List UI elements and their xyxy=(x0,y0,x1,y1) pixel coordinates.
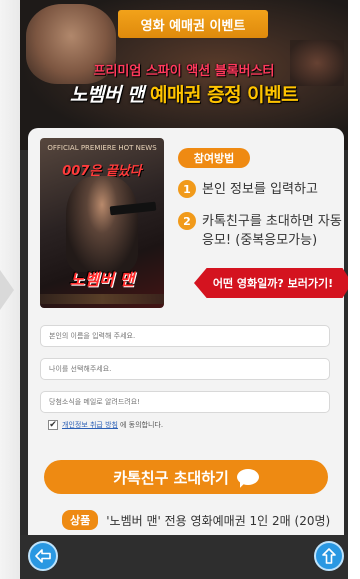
email-input[interactable] xyxy=(40,391,330,413)
step-number: 2 xyxy=(178,212,196,230)
up-arrow-icon xyxy=(322,548,336,564)
privacy-agreement: ✔ 개인정보 취급 방침 에 동의합니다. xyxy=(48,420,163,430)
privacy-policy-link[interactable]: 개인정보 취급 방침 xyxy=(62,420,118,430)
scroll-top-button[interactable] xyxy=(314,541,344,571)
agree-checkbox[interactable]: ✔ xyxy=(48,420,58,430)
step-2: 2 카톡친구를 초대하면 자동응모! (중복응모가능) xyxy=(178,212,342,250)
name-input[interactable] xyxy=(40,325,330,347)
prize-text: '노벰버 맨' 전용 영화예매권 1인 2매 (20명) xyxy=(106,513,331,528)
age-select[interactable]: 나이를 선택해주세요. xyxy=(40,358,330,380)
event-page: 영화 예매권 이벤트 프리미엄 스파이 액션 블록버스터 노벰버 맨 예매권 증… xyxy=(20,0,348,579)
invite-friends-button[interactable]: 카톡친구 초대하기 xyxy=(44,460,328,494)
movie-poster[interactable]: OFFICIAL PREMIERE HOT NEWS 007은 끝났다 노벰버 … xyxy=(40,138,164,308)
bottom-nav-bar xyxy=(20,535,348,579)
poster-top-text: OFFICIAL PREMIERE HOT NEWS xyxy=(47,144,157,152)
trailer-button[interactable]: 어떤 영화일까? 보러가기! xyxy=(194,268,348,298)
step-text: 본인 정보를 입력하고 xyxy=(202,182,318,197)
poster-actor xyxy=(66,176,138,272)
step-1: 1 본인 정보를 입력하고 xyxy=(178,180,318,199)
step-number: 1 xyxy=(178,180,196,198)
chat-bubble-icon xyxy=(236,469,259,485)
event-ribbon: 영화 예매권 이벤트 xyxy=(118,10,268,38)
how-to-badge: 참여방법 xyxy=(178,148,250,168)
agree-text: 에 동의합니다. xyxy=(119,421,164,429)
chevron-right-icon xyxy=(0,270,14,310)
event-card: OFFICIAL PREMIERE HOT NEWS 007은 끝났다 노벰버 … xyxy=(28,128,348,553)
back-arrow-icon xyxy=(35,549,51,563)
hero-event-title: 예매권 증정 이벤트 xyxy=(150,84,299,106)
hero-movie-title: 노벰버 맨 xyxy=(69,84,145,106)
back-button[interactable] xyxy=(28,541,58,571)
left-gray-band xyxy=(0,0,20,579)
step-text: 카톡친구를 초대하면 자동응모! (중복응모가능) xyxy=(202,214,342,248)
poster-title: 노벰버 맨 xyxy=(69,270,135,289)
prize-info: 상품 '노벰버 맨' 전용 영화예매권 1인 2매 (20명) xyxy=(62,510,330,530)
poster-credits xyxy=(40,294,164,304)
hero-headline: 노벰버 맨 예매권 증정 이벤트 xyxy=(20,80,348,107)
prize-tag: 상품 xyxy=(62,510,99,530)
invite-button-label: 카톡친구 초대하기 xyxy=(113,468,229,487)
hero-subtitle: 프리미엄 스파이 액션 블록버스터 xyxy=(93,64,275,79)
